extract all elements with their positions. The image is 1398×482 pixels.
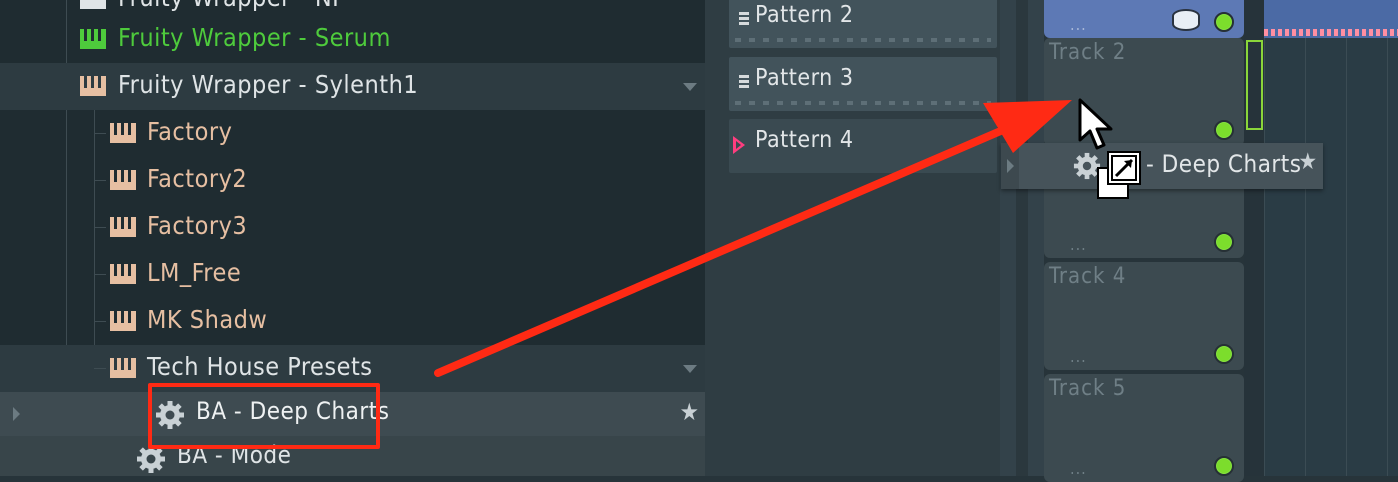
piano-icon [110, 311, 136, 331]
track-header-1[interactable]: ... [1044, 0, 1244, 38]
panel-divider [1000, 0, 1044, 476]
drag-preview-handle [1001, 143, 1019, 189]
browser-item-label: Fruity Wrapper - NI [118, 0, 339, 12]
mouse-cursor-icon [1078, 98, 1113, 150]
track-mute-led[interactable] [1214, 12, 1234, 32]
tree-guide [94, 180, 106, 181]
track-name: Track 5 [1049, 376, 1127, 401]
track-dots: ... [1070, 235, 1087, 254]
piano-icon [80, 76, 106, 96]
playlist-grid[interactable] [1264, 0, 1398, 476]
track-dots: ... [1070, 15, 1087, 34]
track-mute-led[interactable] [1214, 344, 1234, 364]
pattern-label: Pattern 2 [755, 2, 854, 28]
tree-guide [94, 368, 106, 369]
pattern-item-4[interactable]: Pattern 4 [729, 119, 997, 173]
track-mute-led[interactable] [1214, 232, 1234, 252]
track-header-2[interactable]: Track 2 [1044, 38, 1244, 146]
tree-guide [94, 133, 106, 134]
collapse-caret-icon[interactable] [683, 365, 697, 373]
expand-arrow-icon[interactable] [13, 407, 20, 421]
browser-scrollbar[interactable] [705, 0, 722, 476]
favorite-star-icon[interactable]: ★ [680, 398, 699, 426]
drop-target-outline [1246, 40, 1263, 130]
pattern-icon [735, 75, 749, 88]
track-header-5[interactable]: Track 5 ... [1044, 374, 1244, 482]
browser-item-label: MK Shadw [147, 305, 268, 334]
browser-item-factory3[interactable]: Factory3 [0, 204, 705, 251]
collapse-caret-icon[interactable] [683, 83, 697, 91]
piano-icon [110, 123, 136, 143]
browser-item-fruity-wrapper-sylenth1[interactable]: Fruity Wrapper - Sylenth1 [0, 63, 705, 110]
track-mute-led[interactable] [1214, 456, 1234, 476]
drag-preview: - Deep Charts ★ [1001, 143, 1323, 189]
pattern-label: Pattern 3 [755, 65, 854, 91]
tree-guide [94, 227, 106, 228]
browser-item-label: LM_Free [147, 258, 242, 287]
track-name: Track 2 [1049, 40, 1127, 65]
piano-icon [80, 29, 106, 49]
browser-item-label: Fruity Wrapper - Sylenth1 [118, 70, 419, 99]
drag-preview-label: - Deep Charts [1146, 150, 1302, 178]
browser-item-label: Fruity Wrapper - Serum [118, 23, 391, 52]
browser-item-label: Tech House Presets [147, 352, 373, 381]
track-dots: ... [1070, 459, 1087, 478]
pattern-icon [735, 12, 749, 25]
track-dots: ... [1070, 347, 1087, 366]
tree-guide [94, 274, 106, 275]
pattern-list: Pattern 2 Pattern 3 Pattern 4 [722, 0, 1000, 476]
piano-icon [80, 0, 106, 9]
pattern-label: Pattern 4 [755, 127, 854, 153]
piano-icon [110, 264, 136, 284]
play-marker-icon [733, 136, 745, 154]
track-header-4[interactable]: Track 4 ... [1044, 262, 1244, 370]
browser-item-label: Factory2 [147, 164, 248, 193]
browser-item-label: Factory3 [147, 211, 248, 240]
browser-item-lm-free[interactable]: LM_Free [0, 251, 705, 298]
piano-icon [110, 217, 136, 237]
drag-link-cursor-icon [1097, 151, 1141, 199]
playlist-clip[interactable] [1264, 0, 1398, 38]
pattern-divider [735, 101, 991, 105]
tree-guide [94, 321, 106, 322]
browser-item-label: Factory [147, 117, 233, 146]
track-name: Track 4 [1049, 264, 1127, 289]
favorite-star-icon: ★ [1298, 149, 1317, 175]
browser-item-factory2[interactable]: Factory2 [0, 157, 705, 204]
clip-notes [1264, 29, 1398, 36]
pattern-item-2[interactable]: Pattern 2 [729, 0, 997, 48]
pattern-divider [735, 38, 991, 42]
track-mute-led[interactable] [1214, 120, 1234, 140]
browser-item-mk-shadw[interactable]: MK Shadw [0, 298, 705, 345]
browser-item-factory[interactable]: Factory [0, 110, 705, 157]
annotation-highlight-box [148, 383, 380, 449]
divider-stripe [1016, 0, 1028, 476]
pattern-item-3[interactable]: Pattern 3 [729, 57, 997, 111]
piano-icon [110, 358, 136, 378]
browser-item-fruity-wrapper-serum[interactable]: Fruity Wrapper - Serum [0, 16, 705, 63]
drum-icon [1172, 9, 1200, 31]
piano-icon [110, 170, 136, 190]
